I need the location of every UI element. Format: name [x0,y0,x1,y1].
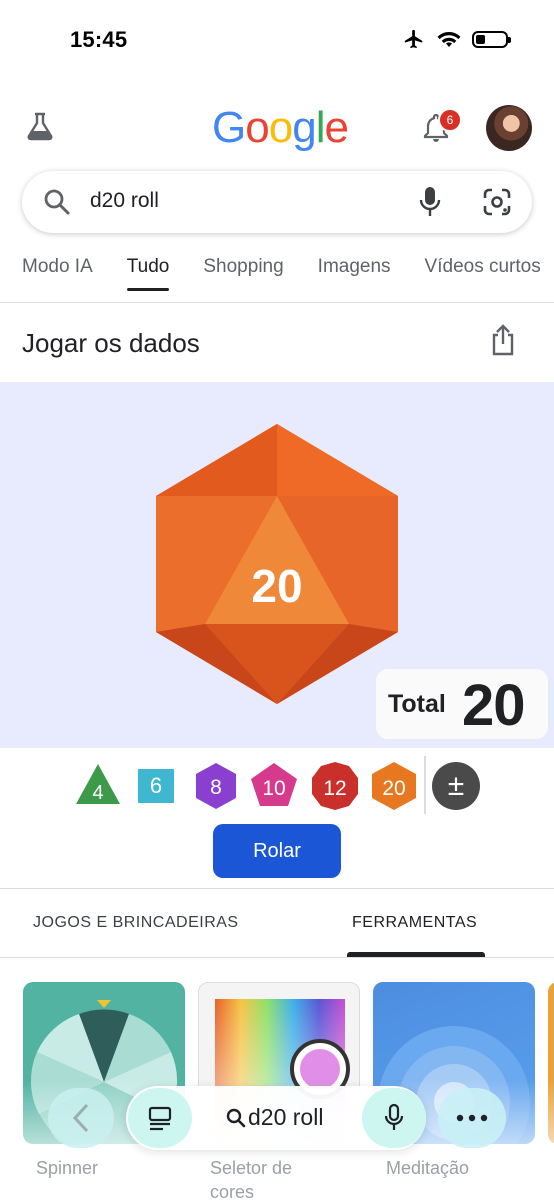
tab-imagens[interactable]: Imagens [318,256,391,278]
avatar[interactable] [486,105,532,151]
tile-label-spinner: Spinner [36,1158,99,1178]
search-input[interactable]: d20 roll [90,189,159,213]
notification-badge: 6 [438,108,462,132]
logo-letter: e [324,103,349,152]
bottom-mic-button[interactable] [362,1088,426,1148]
card-title: Jogar os dados [22,328,200,358]
battery-icon [472,30,511,48]
tile-label-meditation: Meditação [386,1158,470,1178]
status-time: 15:45 [70,27,128,52]
chevron-left-icon [72,1103,89,1133]
section-divider [0,888,554,889]
tabs-divider [0,302,554,303]
d10-label: 10 [262,777,285,800]
more-dots-icon [456,1114,488,1122]
google-logo[interactable]: Google [212,103,349,153]
logo-letter: g [292,103,317,152]
d12-label: 12 [323,777,346,800]
tab-videos-curtos[interactable]: Vídeos curtos [425,256,541,278]
tab-ferramentas[interactable]: FERRAMENTAS [352,914,477,932]
logo-letter: G [212,103,246,152]
d20-die[interactable]: 20 [150,420,404,708]
d6-selector[interactable]: 6 [138,769,174,803]
labs-flask-icon[interactable] [24,110,56,142]
d20-selector[interactable]: 20 [370,761,418,811]
logo-letter: o [268,103,294,152]
d12-selector[interactable]: 12 [311,761,359,811]
status-icons [402,28,511,50]
wifi-icon [437,31,461,47]
search-icon [44,189,70,215]
tab-tudo[interactable]: Tudo [126,256,169,291]
d10-selector[interactable]: 10 [250,762,298,810]
more-options-button[interactable] [438,1088,506,1148]
d8-selector[interactable]: 8 [194,762,238,810]
plus-minus-icon: ± [447,769,465,802]
voice-search-mic-icon[interactable] [416,185,444,219]
roll-button[interactable]: Rolar [213,824,341,878]
d4-label: 4 [92,782,103,804]
back-button[interactable] [48,1088,114,1148]
total-label: Total [388,690,446,718]
logo-letter: o [245,103,270,152]
d20-label: 20 [382,777,405,800]
share-icon[interactable] [488,323,518,357]
modifier-button[interactable]: ± [432,762,480,810]
tab-jogos-e-brincadeiras[interactable]: JOGOS E BRINCADEIRAS [33,914,239,932]
tile-label-color-picker: Seletor de cores [210,1158,293,1202]
tabs-overview-button[interactable] [128,1088,192,1148]
d4-selector[interactable]: 4 [74,762,122,806]
google-lens-camera-icon[interactable] [482,186,512,218]
die-value: 20 [251,560,302,612]
d8-label: 8 [210,776,222,799]
tab-list-icon [148,1106,172,1131]
address-query-text: d20 roll [248,1104,324,1130]
d6-label: 6 [149,773,163,798]
search-tabs: Modo IA Tudo Shopping Imagens Vídeos cur… [22,256,541,291]
airplane-icon [404,29,423,49]
tab-shopping[interactable]: Shopping [203,256,283,278]
total-value: 20 [462,673,526,738]
tab-modo-ia[interactable]: Modo IA [22,256,93,278]
search-icon-small [226,1108,246,1127]
section-divider-bottom [0,957,554,958]
mic-icon [384,1103,404,1130]
dice-separator [424,756,426,814]
address-query[interactable]: d20 roll [226,1104,323,1131]
